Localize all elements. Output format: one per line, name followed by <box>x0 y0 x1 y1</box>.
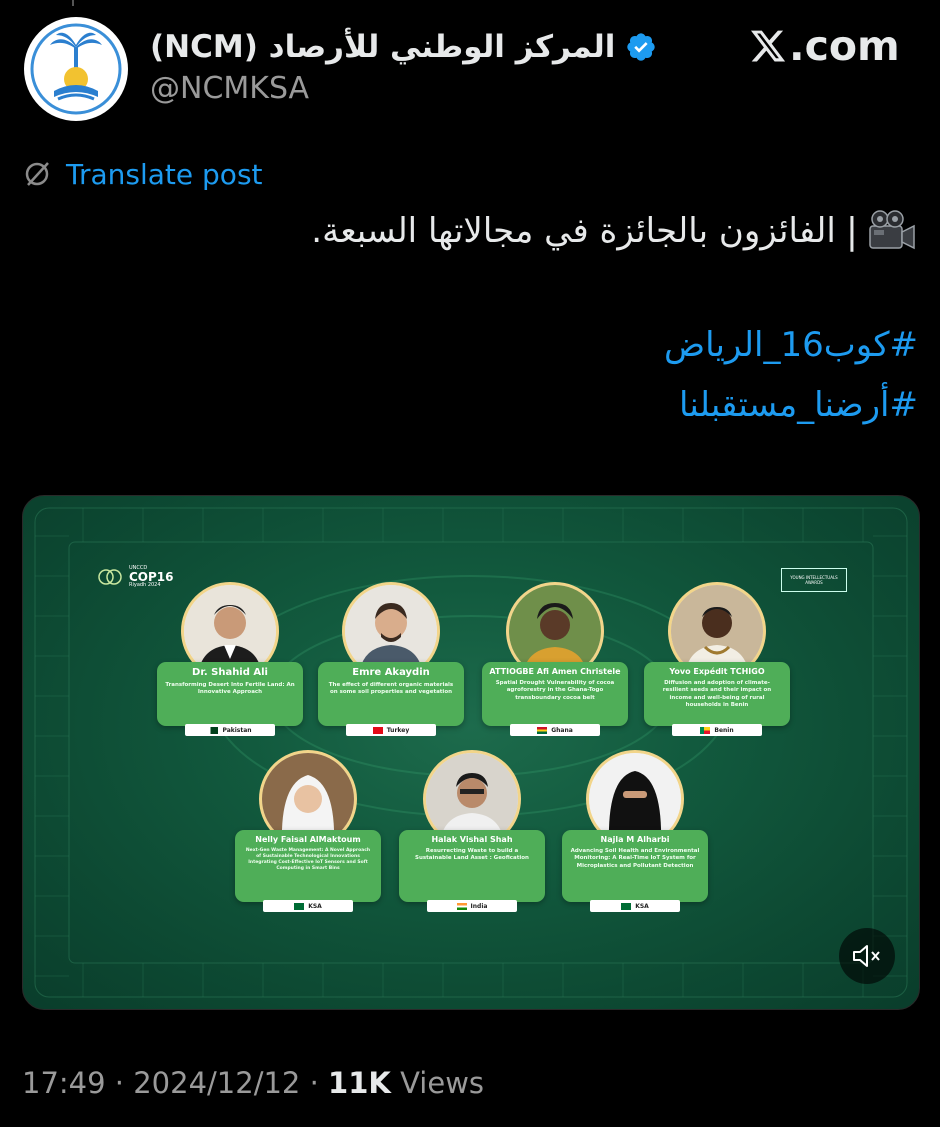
winner-project: Transforming Desert Into Fertile Land: A… <box>165 682 295 696</box>
winner-name: Halak Vishal Shah <box>431 835 513 844</box>
speaker-muted-icon <box>853 945 880 967</box>
translate-globe-icon <box>25 162 49 186</box>
x-logo-icon <box>750 30 786 62</box>
views-count: 11K <box>328 1066 391 1100</box>
mute-toggle-button[interactable] <box>839 928 895 984</box>
site-domain: .com <box>789 22 900 70</box>
winner-info: Emre Akaydin The effect of different org… <box>318 662 464 726</box>
winner-name: Najla M Alharbi <box>600 835 670 844</box>
winner-country: KSA <box>263 900 353 912</box>
winner-country-label: Benin <box>714 726 734 734</box>
post-date[interactable]: 2024/12/12 <box>133 1066 300 1100</box>
winner-info: ATTIOGBE Afi Amen Christele Spatial Drou… <box>482 662 628 726</box>
x-com-brand: .com <box>749 22 900 70</box>
winner-name: Nelly Faisal AlMaktoum <box>255 835 361 844</box>
winner-country: Ghana <box>510 724 600 736</box>
winner-project: The effect of different organic material… <box>328 682 454 696</box>
account-name[interactable]: المركز الوطني للأرصاد (NCM) <box>150 29 615 65</box>
saudi-flag-icon <box>294 902 305 910</box>
winner-name: ATTIOGBE Afi Amen Christele <box>489 667 621 676</box>
translate-post-button[interactable]: Translate post <box>22 154 263 194</box>
winner-info: Dr. Shahid Ali Transforming Desert Into … <box>157 662 303 726</box>
post-text-line: | الفائزون بالجائزة في مجالاتها السبعة. <box>311 203 918 259</box>
account-handle[interactable]: @NCMKSA <box>150 71 309 106</box>
winner-country-label: India <box>470 902 488 910</box>
winner-country: India <box>427 900 517 912</box>
winner-country-label: Turkey <box>386 726 410 734</box>
winner-info: Halak Vishal Shah Resurrecting Waste to … <box>399 830 545 902</box>
top-edge-mark <box>72 0 74 6</box>
cop16-logo: UNCCD COP16 Riyadh 2024 <box>97 566 174 588</box>
winner-name: Emre Akaydin <box>352 667 430 678</box>
pakistan-flag-icon <box>208 726 219 734</box>
ncm-logo-icon <box>26 19 126 119</box>
post-video-media[interactable]: UNCCD COP16 Riyadh 2024 YOUNG INTELLECTU… <box>22 495 920 1010</box>
winner-project: Next-Gen Waste Management: A Novel Appro… <box>245 848 371 872</box>
account-name-row[interactable]: المركز الوطني للأرصاد (NCM) <box>150 22 657 72</box>
hashtag-link[interactable]: #أرضنا_مستقبلنا <box>679 385 918 425</box>
saudi-flag-icon <box>621 902 632 910</box>
verified-badge-icon <box>627 33 656 61</box>
winner-project: Resurrecting Waste to build a Sustainabl… <box>415 848 529 862</box>
winner-country: Pakistan <box>185 724 275 736</box>
winner-country-label: Pakistan <box>222 726 252 734</box>
benin-flag-icon <box>700 726 711 734</box>
winner-name: Yovo Expédit TCHIGO <box>669 667 765 676</box>
winner-info: Najla M Alharbi Advancing Soil Health an… <box>562 830 708 902</box>
winner-country: Benin <box>672 724 762 736</box>
winner-country-label: KSA <box>635 902 649 910</box>
hashtag-link[interactable]: #كوب16_الرياض <box>664 325 918 365</box>
winner-project: Spatial Drought Vulnerability of cocoa a… <box>495 680 615 701</box>
award-logo: YOUNG INTELLECTUALS AWARDS <box>781 568 847 592</box>
post-time[interactable]: 17:49 <box>22 1066 106 1100</box>
movie-camera-icon <box>869 210 915 250</box>
post-separator: | <box>845 210 858 252</box>
winner-info: Nelly Faisal AlMaktoum Next-Gen Waste Ma… <box>235 830 381 902</box>
winner-country-label: KSA <box>308 902 322 910</box>
winner-country: Turkey <box>346 724 436 736</box>
views-label: Views <box>400 1066 485 1100</box>
ghana-flag-icon <box>537 726 548 734</box>
account-avatar[interactable] <box>24 17 128 121</box>
meta-separator: · <box>309 1066 319 1100</box>
translate-post-label[interactable]: Translate post <box>66 158 263 191</box>
winner-country-label: Ghana <box>551 726 573 734</box>
meta-separator: · <box>114 1066 125 1100</box>
india-flag-icon <box>456 902 467 910</box>
winner-project: Advancing Soil Health and Environmental … <box>570 848 700 869</box>
winner-info: Yovo Expédit TCHIGO Diffusion and adopti… <box>644 662 790 726</box>
winner-name: Dr. Shahid Ali <box>192 667 268 678</box>
turkey-flag-icon <box>372 726 383 734</box>
post-metadata: 17:49 · 2024/12/12 · 11K Views <box>22 1066 484 1100</box>
cop16-emblem-icon <box>98 569 122 585</box>
winner-project: Diffusion and adoption of climate-resili… <box>662 680 772 709</box>
winner-country: KSA <box>590 900 680 912</box>
post-body-text: الفائزون بالجائزة في مجالاتها السبعة. <box>311 211 836 251</box>
